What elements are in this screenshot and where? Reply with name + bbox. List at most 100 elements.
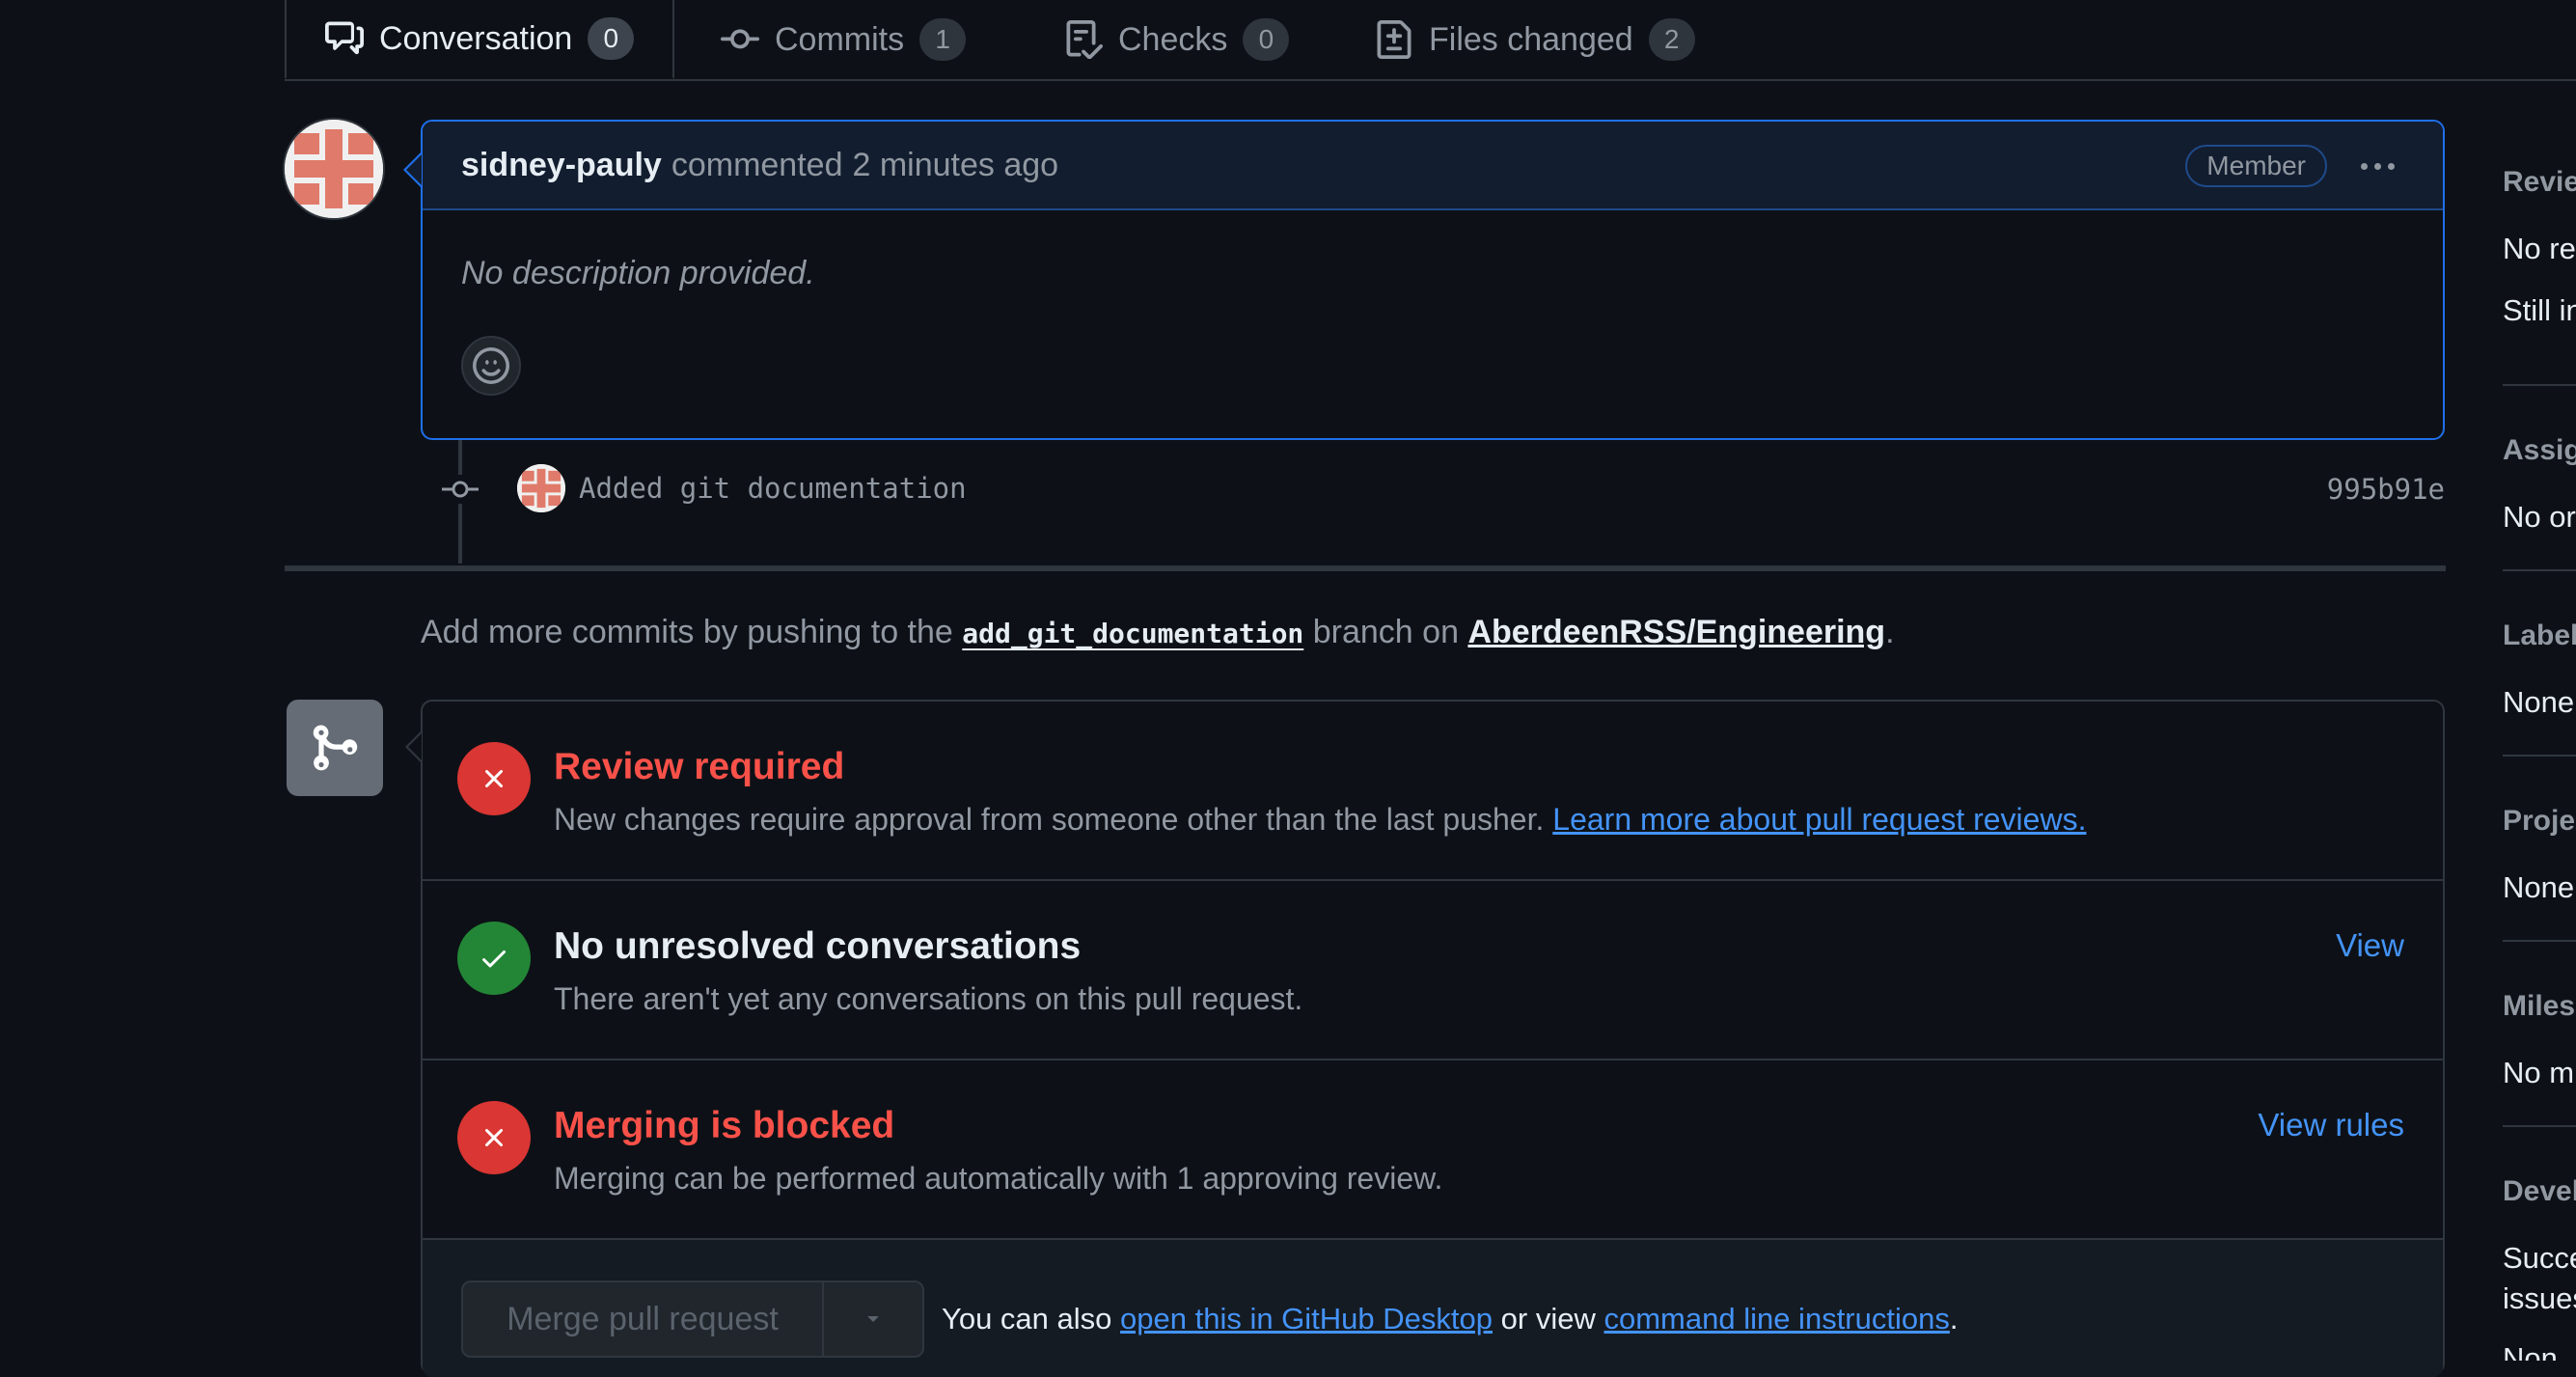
push-info-middle: branch on <box>1312 614 1459 650</box>
tab-files-changed[interactable]: Files changed 2 <box>1375 0 1695 79</box>
merge-box: Review required New changes require appr… <box>421 700 2445 1377</box>
author-avatar[interactable] <box>285 120 383 218</box>
sidebar-value: issues <box>2503 1281 2576 1315</box>
sidebar-divider <box>2503 755 2576 757</box>
sidebar-labels[interactable]: Label None <box>2503 620 2576 720</box>
merge-button-group: Merge pull request <box>461 1281 924 1358</box>
view-rules-link[interactable]: View rules <box>2258 1107 2404 1143</box>
comment-header: sidney-pauly commented 2 minutes ago Mem… <box>423 122 2443 210</box>
sidebar-development[interactable]: Devel Succe issues Non <box>2503 1175 2576 1361</box>
push-info-suffix: . <box>1885 614 1895 650</box>
sidebar-value: Still in <box>2503 293 2576 327</box>
check-title: Merging is blocked <box>554 1105 895 1146</box>
member-badge: Member <box>2185 145 2327 187</box>
git-merge-icon <box>313 725 358 771</box>
sidebar-value: Non <box>2503 1341 2558 1361</box>
push-info-prefix: Add more commits by pushing to the <box>421 614 953 650</box>
sidebar-value: No or <box>2503 500 2576 534</box>
sidebar-reviewers[interactable]: Revie No re Still in <box>2503 166 2576 328</box>
failure-status <box>457 1101 531 1174</box>
failure-status <box>457 742 531 815</box>
comment-pointer-inner <box>406 154 422 185</box>
repo-link[interactable]: AberdeenRSS/Engineering <box>1467 614 1885 650</box>
tab-counter: 0 <box>588 17 635 60</box>
sidebar-heading: Miles <box>2503 990 2576 1022</box>
pr-tab-bar: Conversation 0 Commits 1 Checks 0 Files … <box>285 0 2576 81</box>
check-icon <box>482 950 506 968</box>
sidebar-value: No re <box>2503 232 2576 265</box>
diff-icon <box>1377 20 1411 59</box>
commit-icon <box>721 29 759 49</box>
comment-options-button[interactable] <box>2350 147 2404 185</box>
timeline-separator <box>285 565 2446 571</box>
sidebar-value: None <box>2503 685 2575 719</box>
pr-sidebar: Revie No re Still in Assig No or Label N… <box>2503 154 2576 1361</box>
identicon-icon <box>285 120 383 218</box>
merge-pull-request-button[interactable]: Merge pull request <box>463 1282 824 1356</box>
sidebar-heading: Devel <box>2503 1175 2576 1207</box>
smiley-icon <box>473 347 509 384</box>
kebab-dot <box>2387 162 2395 170</box>
merge-check-conversations: No unresolved conversations There aren't… <box>423 881 2443 1060</box>
merge-check-blocked: Merging is blocked Merging can be perfor… <box>423 1060 2443 1240</box>
tab-counter: 2 <box>1648 18 1695 61</box>
sidebar-assignees[interactable]: Assig No or <box>2503 434 2576 535</box>
commit-author-avatar[interactable] <box>517 464 565 512</box>
sidebar-heading: Revie <box>2503 166 2576 198</box>
learn-more-link[interactable]: Learn more about pull request reviews. <box>1552 802 2086 837</box>
sidebar-value: None <box>2503 870 2575 904</box>
sidebar-divider <box>2503 384 2576 386</box>
sidebar-projects[interactable]: Proje None <box>2503 805 2576 905</box>
github-desktop-link[interactable]: open this in GitHub Desktop <box>1120 1302 1493 1336</box>
check-description: New changes require approval from someon… <box>554 802 2086 838</box>
footer-prefix: You can also <box>942 1302 1112 1336</box>
commit-sha[interactable]: 995b91e <box>2327 473 2445 506</box>
sidebar-heading: Label <box>2503 620 2576 651</box>
comment-author[interactable]: sidney-pauly <box>461 147 662 184</box>
tab-counter: 1 <box>919 18 967 61</box>
commit-node-icon <box>442 481 479 498</box>
checks-icon <box>1066 20 1103 59</box>
commit-row: Added git documentation <box>517 461 967 515</box>
tab-label: Checks <box>1118 20 1228 58</box>
sidebar-heading: Proje <box>2503 805 2576 837</box>
footer-middle: or view <box>1500 1302 1596 1336</box>
tab-commits[interactable]: Commits 1 <box>721 0 967 79</box>
check-title: Review required <box>554 746 845 787</box>
merge-footer-text: You can also open this in GitHub Desktop… <box>942 1302 1958 1336</box>
sidebar-value: Succe <box>2503 1241 2576 1275</box>
tab-label: Files changed <box>1429 20 1633 58</box>
add-reaction-button[interactable] <box>461 336 521 396</box>
sidebar-divider <box>2503 940 2576 942</box>
comment-timestamp[interactable]: 2 minutes ago <box>852 147 1058 184</box>
sidebar-value: No m <box>2503 1056 2575 1089</box>
commit-message[interactable]: Added git documentation <box>579 472 967 505</box>
tab-label: Commits <box>775 20 905 58</box>
merge-footer: Merge pull request You can also open thi… <box>423 1240 2443 1377</box>
sidebar-heading: Assig <box>2503 434 2576 466</box>
check-description-text: New changes require approval from someon… <box>554 802 1545 837</box>
check-description: There aren't yet any conversations on th… <box>554 981 1303 1016</box>
sidebar-milestone[interactable]: Miles No m <box>2503 990 2576 1090</box>
identicon-icon <box>517 464 565 512</box>
tab-conversation[interactable]: Conversation 0 <box>285 0 675 79</box>
comment-card: sidney-pauly commented 2 minutes ago Mem… <box>421 120 2445 440</box>
footer-suffix: . <box>1949 1302 1959 1336</box>
tab-label: Conversation <box>379 19 573 57</box>
triangle-down-icon <box>867 1315 879 1322</box>
commit-node <box>442 475 479 504</box>
command-line-link[interactable]: command line instructions <box>1603 1302 1949 1336</box>
tab-checks[interactable]: Checks 0 <box>1064 0 1290 79</box>
comment-body: No description provided. <box>461 255 815 291</box>
comment-action: commented <box>671 146 843 183</box>
check-title: No unresolved conversations <box>554 925 1082 967</box>
merge-method-dropdown[interactable] <box>824 1282 922 1356</box>
x-icon <box>485 769 504 788</box>
branch-name[interactable]: add_git_documentation <box>962 618 1303 649</box>
view-conversations-link[interactable]: View <box>2336 927 2404 964</box>
tab-counter: 0 <box>1243 18 1290 61</box>
push-info: Add more commits by pushing to the add_g… <box>421 614 1895 651</box>
merge-status-icon <box>287 700 383 796</box>
kebab-dot <box>2360 162 2368 170</box>
conversation-icon <box>325 21 364 55</box>
